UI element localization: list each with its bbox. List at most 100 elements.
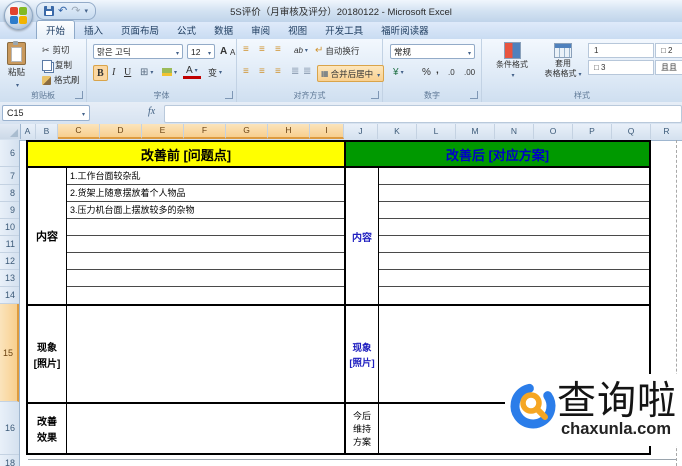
increase-indent-icon[interactable]: ≣ — [303, 66, 311, 78]
increase-decimal-button[interactable]: .0 — [445, 65, 458, 79]
row-header-13[interactable]: 13 — [0, 270, 19, 287]
col-header-P[interactable]: P — [573, 124, 612, 139]
col-header-D[interactable]: D — [100, 124, 142, 139]
name-box[interactable]: C15 — [2, 105, 90, 121]
number-dialog-launcher[interactable] — [470, 91, 478, 99]
merge-center-button[interactable]: ▦ 合并后居中 — [317, 65, 385, 82]
col-header-N[interactable]: N — [495, 124, 534, 139]
row-header-11[interactable]: 11 — [0, 236, 19, 253]
effect-label-cell[interactable]: 改善 效果 — [28, 404, 66, 453]
number-format-select[interactable]: 常规 — [390, 44, 475, 59]
alignment-dialog-launcher[interactable] — [371, 91, 379, 99]
photo-label-left-cell[interactable]: 现象 [照片] — [28, 306, 66, 402]
office-button[interactable] — [4, 1, 33, 30]
row-header-12[interactable]: 12 — [0, 253, 19, 270]
cell-style-item[interactable]: 1 — [588, 43, 654, 58]
before-header-cell[interactable]: 改善前 [问题点] — [28, 142, 344, 166]
copy-button[interactable]: 复制 — [42, 59, 72, 71]
font-name-select[interactable]: 맑은 고딕 — [93, 44, 183, 59]
row-header-9[interactable]: 9 — [0, 202, 19, 219]
col-header-A[interactable]: A — [20, 124, 36, 139]
cell-style-item[interactable]: 且且 — [655, 60, 682, 75]
row-header-7[interactable]: 7 — [0, 167, 19, 185]
styles-group: 条件格式 套用 表格格式 1 □ 2 □ 3 且且 样式 — [482, 39, 682, 102]
problem-item-2[interactable]: 2.货架上随意摆放着个人物品 — [70, 185, 186, 202]
tab-formulas[interactable]: 公式 — [168, 21, 205, 39]
row-header-6[interactable]: 6 — [0, 140, 19, 167]
tab-insert[interactable]: 插入 — [75, 21, 112, 39]
photo-label-right-cell[interactable]: 现象 [照片] — [346, 306, 378, 402]
row-header-18[interactable]: 18 — [0, 459, 19, 466]
tab-page-layout[interactable]: 页面布局 — [112, 21, 168, 39]
cell-style-item[interactable]: □ 2 — [655, 43, 682, 58]
italic-button[interactable]: I — [109, 65, 118, 79]
borders-button[interactable]: ⊞ — [137, 65, 156, 79]
col-header-O[interactable]: O — [534, 124, 573, 139]
tab-foxit-reader[interactable]: 福昕阅读器 — [372, 21, 438, 39]
clipboard-dialog-launcher[interactable] — [75, 91, 83, 99]
col-header-H[interactable]: H — [268, 124, 310, 139]
decrease-indent-icon[interactable]: ≣ — [291, 66, 299, 78]
tab-review[interactable]: 审阅 — [242, 21, 279, 39]
wrap-text-button[interactable]: ↵ 自动换行 — [315, 45, 359, 57]
font-dialog-launcher[interactable] — [225, 91, 233, 99]
col-header-B[interactable]: B — [36, 124, 58, 139]
tab-view[interactable]: 视图 — [279, 21, 316, 39]
problem-item-3[interactable]: 3.压力机台面上摆放较多的杂物 — [70, 202, 195, 219]
align-right-icon[interactable]: ≡ — [275, 66, 281, 78]
col-header-C[interactable]: C — [58, 124, 100, 139]
col-header-L[interactable]: L — [417, 124, 456, 139]
problem-item-1[interactable]: 1.工作台面较杂乱 — [70, 168, 141, 185]
row-header-15[interactable]: 15 — [0, 304, 19, 402]
paste-dropdown-icon[interactable] — [14, 79, 19, 89]
col-header-Q[interactable]: Q — [612, 124, 651, 139]
align-bottom-icon[interactable]: ≡ — [275, 44, 281, 56]
col-header-E[interactable]: E — [142, 124, 184, 139]
percent-style-button[interactable]: % — [419, 65, 434, 79]
decrease-decimal-button[interactable]: .00 — [461, 65, 478, 79]
row-header-14[interactable]: 14 — [0, 287, 19, 304]
tab-home[interactable]: 开始 — [36, 20, 76, 39]
font-color-button[interactable]: A — [183, 65, 201, 79]
accounting-format-button[interactable]: ¥ — [390, 65, 407, 79]
tab-developer[interactable]: 开发工具 — [316, 21, 372, 39]
align-left-icon[interactable]: ≡ — [243, 66, 249, 78]
insert-function-icon[interactable]: fx — [148, 106, 155, 117]
format-painter-button[interactable]: 格式刷 — [42, 74, 80, 86]
bold-button[interactable]: B — [93, 65, 108, 81]
plan-label-cell[interactable]: 今后 维持 方案 — [346, 404, 378, 453]
fill-color-button[interactable] — [159, 65, 180, 79]
col-header-R[interactable]: R — [651, 124, 682, 139]
align-top-icon[interactable]: ≡ — [243, 44, 249, 56]
after-header-cell[interactable]: 改善后 [对应方案] — [346, 142, 649, 166]
font-size-select[interactable]: 12 — [187, 44, 215, 59]
cell-style-item[interactable]: □ 3 — [588, 60, 654, 75]
name-box-dropdown-icon[interactable] — [80, 108, 85, 118]
col-header-G[interactable]: G — [226, 124, 268, 139]
col-header-K[interactable]: K — [378, 124, 417, 139]
col-header-J[interactable]: J — [344, 124, 378, 139]
row-header-16[interactable]: 16 — [0, 402, 19, 455]
align-center-icon[interactable]: ≡ — [259, 66, 265, 78]
row-header-10[interactable]: 10 — [0, 219, 19, 236]
content-label-right-cell[interactable]: 内容 — [346, 168, 378, 304]
select-all-corner[interactable] — [0, 124, 21, 139]
col-header-F[interactable]: F — [184, 124, 226, 139]
conditional-formatting-button[interactable]: 条件格式 — [486, 42, 538, 81]
effect-content-cell[interactable] — [67, 404, 344, 453]
formula-input[interactable] — [164, 105, 682, 123]
col-header-M[interactable]: M — [456, 124, 495, 139]
align-middle-icon[interactable]: ≡ — [259, 44, 265, 56]
row-header-8[interactable]: 8 — [0, 185, 19, 202]
cut-button[interactable]: ✂ 剪切 — [42, 44, 70, 56]
selected-photo-cell[interactable] — [67, 306, 344, 402]
phonetic-guide-button[interactable]: 变 — [205, 65, 225, 79]
format-as-table-button[interactable]: 套用 表格格式 — [540, 43, 586, 80]
underline-button[interactable]: U — [121, 65, 134, 79]
paste-button[interactable]: 粘贴 — [7, 41, 26, 89]
col-header-I[interactable]: I — [310, 124, 344, 139]
content-label-left-cell[interactable]: 内容 — [28, 168, 66, 304]
comma-style-button[interactable]: , — [433, 63, 442, 77]
tab-data[interactable]: 数据 — [205, 21, 242, 39]
orientation-button[interactable]: ab — [291, 43, 311, 57]
